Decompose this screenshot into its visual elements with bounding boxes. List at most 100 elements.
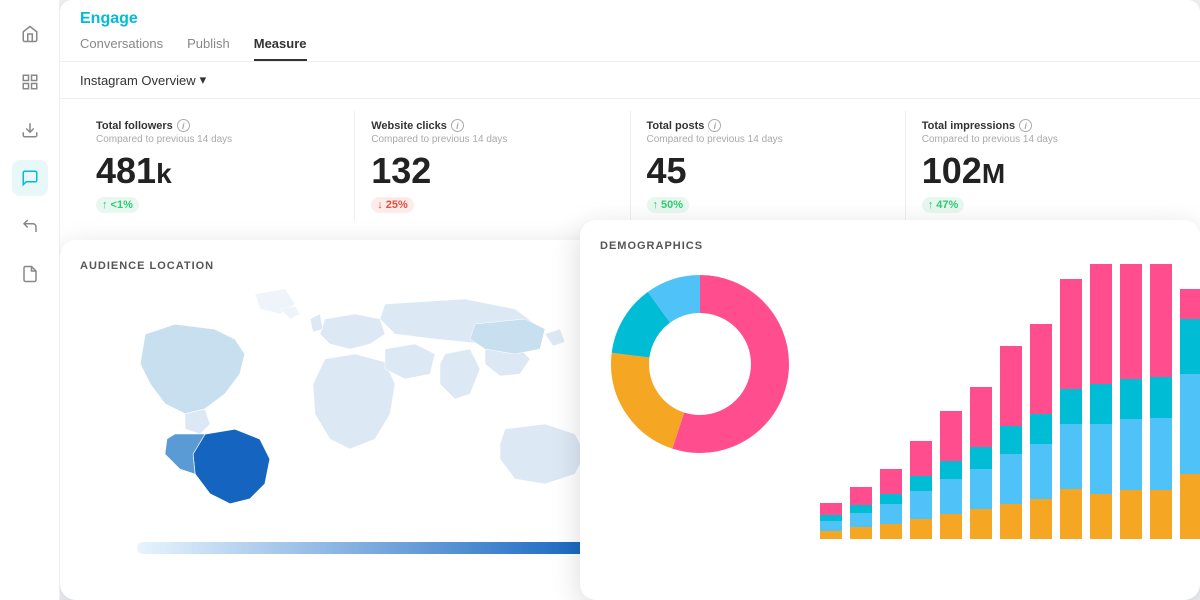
bar-segment-0-2 — [820, 521, 842, 531]
stat-card-2: Total posts i Compared to previous 14 da… — [631, 111, 906, 221]
bar-segment-7-0 — [1030, 324, 1052, 414]
dropdown-label: Instagram Overview — [80, 73, 196, 88]
tab-measure[interactable]: Measure — [254, 36, 307, 61]
instagram-overview-dropdown[interactable]: Instagram Overview ▾ — [80, 72, 1180, 88]
nav-tabs: Conversations Publish Measure — [80, 36, 1180, 61]
bar-segment-6-3 — [1000, 504, 1022, 539]
map-container — [80, 284, 650, 564]
app-container: Engage Conversations Publish Measure Ins… — [0, 0, 1200, 600]
bar-segment-11-2 — [1150, 418, 1172, 491]
sidebar-icon-home[interactable] — [12, 16, 48, 52]
bar-segment-10-3 — [1120, 490, 1142, 539]
bar-group-0 — [820, 264, 842, 539]
stat-value-0: 481k — [96, 151, 338, 191]
stat-label-1: Website clicks i — [371, 119, 613, 132]
bar-segment-10-0 — [1120, 264, 1142, 379]
bar-segment-3-2 — [910, 491, 932, 519]
bar-segment-6-1 — [1000, 426, 1022, 454]
bar-segment-7-2 — [1030, 444, 1052, 499]
bar-segment-0-0 — [820, 503, 842, 515]
stat-sublabel-0: Compared to previous 14 days — [96, 134, 338, 145]
bar-segment-3-1 — [910, 476, 932, 491]
bar-group-5 — [970, 264, 992, 539]
bar-group-1 — [850, 264, 872, 539]
stat-label-2: Total posts i — [647, 119, 889, 132]
bar-segment-6-2 — [1000, 454, 1022, 504]
bar-segment-5-2 — [970, 469, 992, 509]
bar-segment-11-1 — [1150, 377, 1172, 417]
bar-group-9 — [1090, 264, 1112, 539]
bar-segment-5-0 — [970, 387, 992, 447]
bar-segment-9-1 — [1090, 384, 1112, 424]
stat-card-0: Total followers i Compared to previous 1… — [80, 111, 355, 221]
bar-segment-2-0 — [880, 469, 902, 494]
sidebar-icon-download[interactable] — [12, 112, 48, 148]
dropdown-arrow: ▾ — [200, 72, 207, 88]
bar-group-12 — [1180, 264, 1200, 539]
sidebar-icon-chat[interactable] — [12, 160, 48, 196]
tab-conversations[interactable]: Conversations — [80, 36, 163, 61]
map-gradient-bar — [137, 542, 593, 554]
stats-row: Total followers i Compared to previous 1… — [60, 99, 1200, 233]
bar-group-2 — [880, 264, 902, 539]
stat-value-3: 102M — [922, 151, 1164, 191]
bar-segment-11-0 — [1150, 264, 1172, 377]
bar-group-8 — [1060, 264, 1082, 539]
stat-badge-2: ↑ 50% — [647, 197, 690, 213]
info-icon-3: i — [1019, 119, 1032, 132]
bar-segment-12-3 — [1180, 474, 1200, 539]
bar-segment-5-1 — [970, 447, 992, 469]
demographics-panel: DEMOGRAPHICS — [580, 220, 1200, 600]
charts-container — [600, 264, 1180, 544]
bar-segment-5-3 — [970, 509, 992, 539]
stat-badge-1: ↓ 25% — [371, 197, 414, 213]
dropdown-area: Instagram Overview ▾ — [60, 62, 1200, 99]
bar-group-11 — [1150, 264, 1172, 539]
bar-chart — [820, 264, 1200, 544]
bar-segment-12-2 — [1180, 374, 1200, 474]
stat-badge-0: ↑ <1% — [96, 197, 139, 213]
bar-segment-10-2 — [1120, 419, 1142, 490]
stat-sublabel-3: Compared to previous 14 days — [922, 134, 1164, 145]
bar-group-4 — [940, 264, 962, 539]
bar-segment-10-1 — [1120, 379, 1142, 419]
bar-segment-8-2 — [1060, 424, 1082, 489]
audience-location-panel: AUDIENCE LOCATION — [60, 240, 670, 600]
stat-card-3: Total impressions i Compared to previous… — [906, 111, 1180, 221]
stat-sublabel-1: Compared to previous 14 days — [371, 134, 613, 145]
stat-label-0: Total followers i — [96, 119, 338, 132]
panel-header: Engage Conversations Publish Measure — [60, 0, 1200, 62]
bar-segment-9-0 — [1090, 264, 1112, 384]
sidebar-icon-layout[interactable] — [12, 64, 48, 100]
info-icon-2: i — [708, 119, 721, 132]
bar-segment-1-0 — [850, 487, 872, 505]
sidebar-icon-file[interactable] — [12, 256, 48, 292]
bar-group-3 — [910, 264, 932, 539]
bar-group-6 — [1000, 264, 1022, 539]
bar-segment-12-0 — [1180, 289, 1200, 319]
bar-segment-11-3 — [1150, 490, 1172, 539]
bar-segment-9-3 — [1090, 494, 1112, 539]
stat-badge-3: ↑ 47% — [922, 197, 965, 213]
bar-segment-3-0 — [910, 441, 932, 476]
bar-group-10 — [1120, 264, 1142, 539]
app-logo: Engage — [80, 10, 138, 28]
bar-segment-0-3 — [820, 531, 842, 539]
bar-segment-4-0 — [940, 411, 962, 461]
bar-segment-8-0 — [1060, 279, 1082, 389]
bar-segment-1-2 — [850, 513, 872, 527]
bar-group-7 — [1030, 264, 1052, 539]
info-icon-1: i — [451, 119, 464, 132]
audience-location-title: AUDIENCE LOCATION — [80, 260, 650, 272]
demographics-title: DEMOGRAPHICS — [600, 240, 1180, 252]
bar-segment-9-2 — [1090, 424, 1112, 494]
stat-label-3: Total impressions i — [922, 119, 1164, 132]
stat-sublabel-2: Compared to previous 14 days — [647, 134, 889, 145]
logo-area: Engage — [80, 10, 1180, 28]
bar-segment-2-1 — [880, 494, 902, 504]
tab-publish[interactable]: Publish — [187, 36, 230, 61]
sidebar-icon-reply[interactable] — [12, 208, 48, 244]
sidebar — [0, 0, 60, 600]
bar-segment-3-3 — [910, 519, 932, 539]
bar-segment-2-2 — [880, 504, 902, 524]
